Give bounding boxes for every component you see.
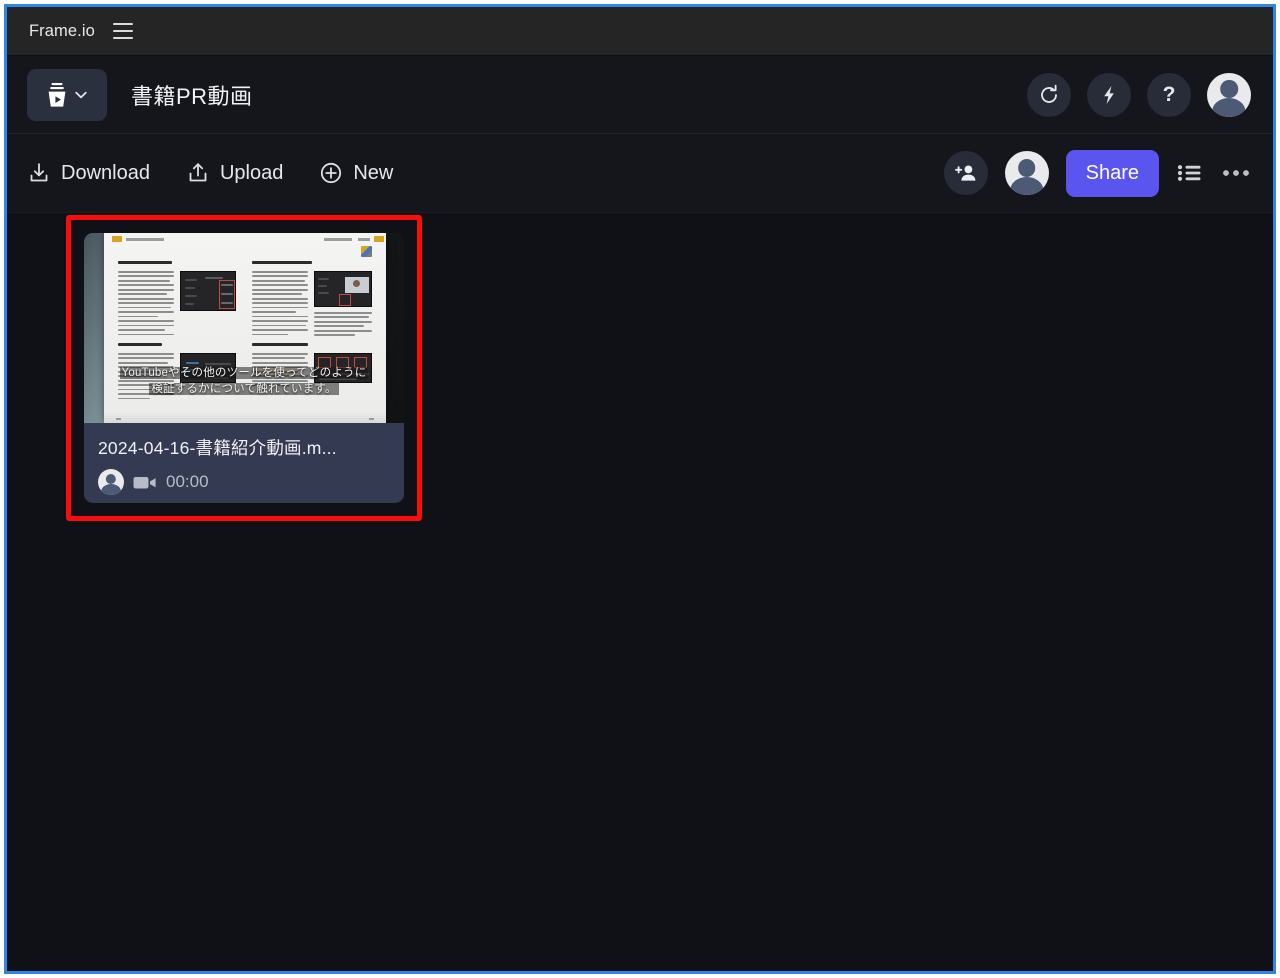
upload-label: Upload: [219, 161, 284, 184]
subtitle-line-1: YouTubeやその他のツールを使ってどのように: [119, 367, 369, 379]
lightning-button[interactable]: [1087, 72, 1131, 117]
avatar-head: [1220, 80, 1238, 98]
project-header: 書籍PR動画 ?: [7, 56, 1273, 134]
new-button[interactable]: New: [319, 161, 393, 185]
asset-grid-area: YouTubeやその他のツールを使ってどのように 検証するかについて触れています…: [7, 213, 1273, 971]
account-avatar[interactable]: [1207, 72, 1251, 117]
book-page-figure-icon: [361, 246, 372, 257]
subtitle-line-2: 検証するかについて触れています。: [149, 383, 339, 395]
frameio-cup-logo-icon: [45, 82, 69, 108]
asset-toolbar: Download Upload New Share: [7, 134, 1273, 213]
thumbnail-subtitle: YouTubeやその他のツールを使ってどのように 検証するかについて触れています…: [84, 365, 404, 397]
book-section-heading: [118, 343, 162, 347]
more-horizontal-icon: [1223, 170, 1249, 176]
avatar-head: [105, 473, 117, 485]
video-camera-icon: [133, 474, 157, 491]
asset-thumbnail: YouTubeやその他のツールを使ってどのように 検証するかについて触れています…: [84, 233, 404, 423]
book-section-heading: [252, 261, 312, 265]
book-section-heading: [118, 261, 173, 265]
plus-circle-icon: [319, 161, 343, 185]
asset-owner-avatar: [98, 469, 124, 495]
hamburger-menu-icon[interactable]: [112, 23, 133, 39]
asset-card[interactable]: YouTubeやその他のツールを使ってどのように 検証するかについて触れています…: [84, 233, 404, 503]
header-actions: ?: [1027, 72, 1251, 117]
list-view-toggle[interactable]: [1176, 161, 1204, 185]
book-screenshot: [314, 271, 372, 307]
download-icon: [27, 161, 51, 185]
book-text-column: [314, 312, 372, 339]
browser-top-bar: Frame.io: [7, 7, 1273, 56]
lightning-bolt-icon: [1098, 84, 1120, 106]
add-person-icon: [954, 161, 978, 185]
refresh-button[interactable]: [1027, 72, 1071, 117]
chevron-down-icon: [73, 87, 89, 103]
toolbar-right-actions: Share: [943, 149, 1251, 197]
collaborator-avatar[interactable]: [1004, 151, 1049, 195]
download-label: Download: [61, 161, 150, 184]
book-screenshot: [180, 271, 236, 311]
help-button[interactable]: ?: [1147, 72, 1191, 117]
download-button[interactable]: Download: [27, 161, 150, 185]
app-brand-label: Frame.io: [29, 21, 95, 40]
new-label: New: [353, 161, 394, 184]
asset-filename: 2024-04-16-書籍紹介動画.m...: [98, 438, 337, 458]
upload-button[interactable]: Upload: [186, 161, 283, 185]
avatar-body: [1009, 176, 1044, 195]
asset-meta: 00:00: [98, 469, 390, 495]
refresh-icon: [1038, 84, 1060, 106]
avatar-body: [101, 484, 121, 495]
avatar-body: [1212, 98, 1246, 117]
avatar-head: [1017, 158, 1036, 177]
book-text-column: [118, 271, 174, 338]
invite-collaborator-button[interactable]: [943, 151, 988, 195]
asset-card-info: 2024-04-16-書籍紹介動画.m... 00:00: [84, 423, 404, 495]
question-mark-icon: ?: [1162, 83, 1176, 106]
book-text-column: [252, 271, 308, 338]
asset-duration: 00:00: [166, 472, 209, 491]
share-button[interactable]: Share: [1065, 149, 1159, 197]
list-view-icon: [1177, 165, 1201, 181]
page-title: 書籍PR動画: [131, 83, 253, 109]
app-window: Frame.io 書籍PR動画 ? Download Upload New Sh…: [4, 4, 1276, 974]
project-selector-button[interactable]: [27, 68, 107, 121]
upload-icon: [186, 161, 210, 185]
more-options-button[interactable]: [1221, 161, 1251, 185]
book-page-header: [104, 236, 386, 242]
book-section-heading: [252, 343, 308, 347]
